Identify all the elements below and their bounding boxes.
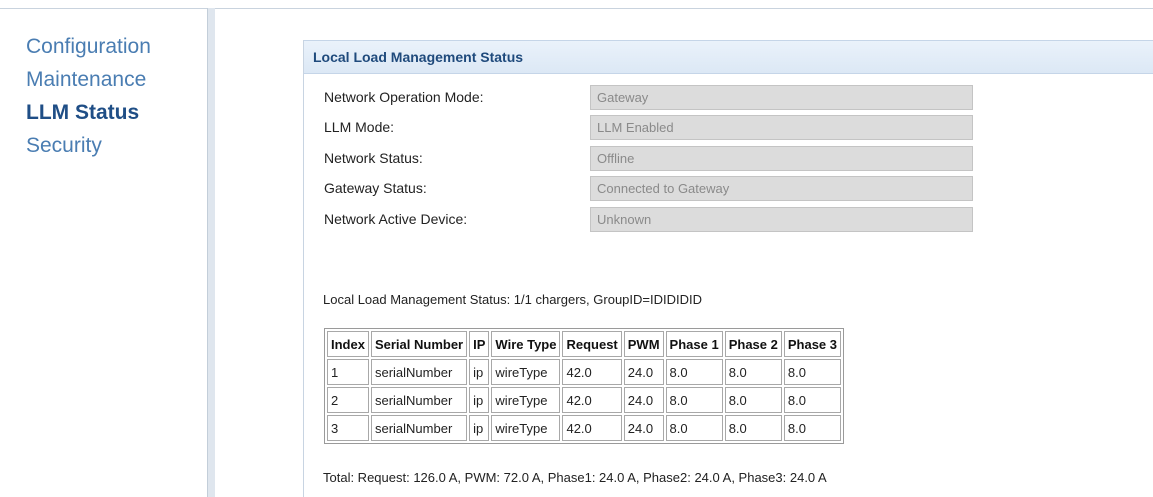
column-header-phase-2: Phase 2 — [724, 331, 782, 357]
llm-status-panel: Local Load Management Status Network Ope… — [303, 40, 1153, 497]
column-header-phase-3: Phase 3 — [783, 331, 842, 357]
network-status-field: Offline — [590, 146, 973, 171]
field-network-status: Network Status: Offline — [324, 146, 984, 172]
cell-pwm: 24.0 — [623, 387, 664, 413]
sidebar-item-configuration[interactable]: Configuration — [26, 30, 151, 63]
field-label: LLM Mode: — [324, 119, 395, 135]
field-gateway-status: Gateway Status: Connected to Gateway — [324, 176, 984, 202]
sidebar-nav: Configuration Maintenance LLM Status Sec… — [26, 30, 151, 162]
cell-ip: ip — [469, 359, 490, 385]
field-label: Network Status: — [324, 150, 423, 166]
cell-serial-number: serialNumber — [370, 387, 468, 413]
column-header-serial-number: Serial Number — [370, 331, 468, 357]
panel-title: Local Load Management Status — [304, 40, 1153, 74]
column-header-pwm: PWM — [623, 331, 664, 357]
cell-phase-2: 8.0 — [724, 415, 782, 441]
field-label: Network Operation Mode: — [324, 89, 484, 105]
sidebar-item-maintenance[interactable]: Maintenance — [26, 63, 151, 96]
cell-phase-2: 8.0 — [724, 387, 782, 413]
column-header-phase-1: Phase 1 — [665, 331, 723, 357]
sidebar-item-llm-status[interactable]: LLM Status — [26, 96, 151, 129]
llm-summary: Local Load Management Status: 1/1 charge… — [323, 292, 702, 307]
cell-serial-number: serialNumber — [370, 359, 468, 385]
field-label: Gateway Status: — [324, 180, 427, 196]
table-row: 3 serialNumber ip wireType 42.0 24.0 8.0… — [327, 415, 842, 441]
cell-wire-type: wireType — [491, 387, 561, 413]
cell-phase-3: 8.0 — [783, 415, 842, 441]
cell-request: 42.0 — [562, 387, 622, 413]
cell-phase-1: 8.0 — [665, 415, 723, 441]
cell-phase-2: 8.0 — [724, 359, 782, 385]
table-header-row: Index Serial Number IP Wire Type Request… — [327, 331, 842, 357]
field-llm-mode: LLM Mode: LLM Enabled — [324, 115, 984, 141]
cell-phase-3: 8.0 — [783, 359, 842, 385]
cell-pwm: 24.0 — [623, 415, 664, 441]
gateway-status-field: Connected to Gateway — [590, 176, 973, 201]
cell-phase-3: 8.0 — [783, 387, 842, 413]
cell-index: 3 — [327, 415, 369, 441]
sidebar-divider — [207, 8, 215, 497]
sidebar: Configuration Maintenance LLM Status Sec… — [0, 0, 205, 497]
field-label: Network Active Device: — [324, 211, 468, 227]
table-row: 2 serialNumber ip wireType 42.0 24.0 8.0… — [327, 387, 842, 413]
cell-request: 42.0 — [562, 359, 622, 385]
column-header-request: Request — [562, 331, 622, 357]
network-active-device-field: Unknown — [590, 207, 973, 232]
cell-ip: ip — [469, 415, 490, 441]
cell-index: 1 — [327, 359, 369, 385]
field-network-operation-mode: Network Operation Mode: Gateway — [324, 85, 984, 111]
cell-pwm: 24.0 — [623, 359, 664, 385]
cell-index: 2 — [327, 387, 369, 413]
cell-wire-type: wireType — [491, 359, 561, 385]
column-header-wire-type: Wire Type — [491, 331, 561, 357]
field-network-active-device: Network Active Device: Unknown — [324, 207, 984, 233]
table-row: 1 serialNumber ip wireType 42.0 24.0 8.0… — [327, 359, 842, 385]
sidebar-item-security[interactable]: Security — [26, 129, 151, 162]
cell-ip: ip — [469, 387, 490, 413]
column-header-index: Index — [327, 331, 369, 357]
totals-summary: Total: Request: 126.0 A, PWM: 72.0 A, Ph… — [323, 470, 827, 485]
cell-request: 42.0 — [562, 415, 622, 441]
llm-mode-field: LLM Enabled — [590, 115, 973, 140]
network-operation-mode-field: Gateway — [590, 85, 973, 110]
cell-wire-type: wireType — [491, 415, 561, 441]
cell-phase-1: 8.0 — [665, 387, 723, 413]
cell-serial-number: serialNumber — [370, 415, 468, 441]
cell-phase-1: 8.0 — [665, 359, 723, 385]
chargers-table: Index Serial Number IP Wire Type Request… — [324, 328, 845, 444]
column-header-ip: IP — [469, 331, 490, 357]
